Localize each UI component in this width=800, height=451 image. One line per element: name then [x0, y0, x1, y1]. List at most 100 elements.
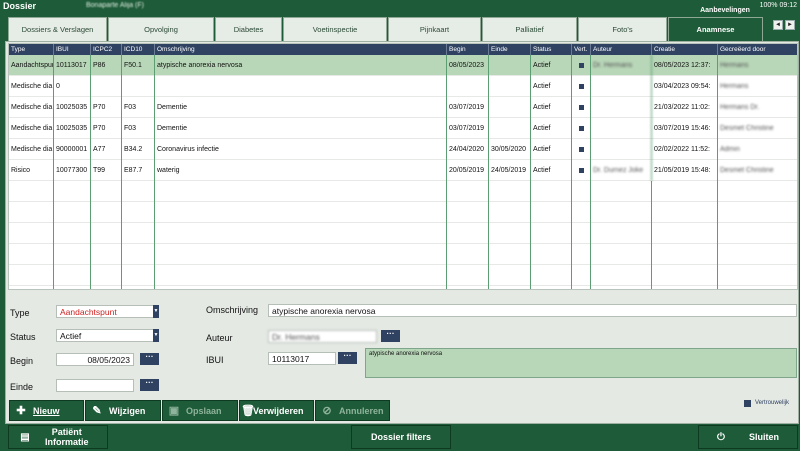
- empty-cell: [489, 181, 531, 202]
- col-header-begin[interactable]: Begin: [447, 44, 489, 55]
- tab-pijnkaart[interactable]: Pijnkaart: [388, 17, 481, 41]
- col-header-omschrijving[interactable]: Omschrijving: [155, 44, 447, 55]
- ibui-picker-button[interactable]: ···: [338, 352, 357, 364]
- wijzigen-button[interactable]: ✎ Wijzigen: [85, 400, 161, 421]
- cell-vert: [572, 118, 591, 139]
- table-row[interactable]: Medische dia 0 Actief 03/04/2023 09:54: Herm…: [9, 76, 797, 97]
- empty-cell: [447, 181, 489, 202]
- cell-creatie: 03/04/2023 09:54:: [652, 76, 718, 97]
- auteur-field[interactable]: Dr. Hermans: [268, 330, 377, 343]
- patient-informatie-button[interactable]: ▤ Patiënt Informatie: [8, 425, 108, 449]
- empty-cell: [652, 202, 718, 223]
- einde-date-field[interactable]: [56, 379, 134, 392]
- empty-cell: [652, 223, 718, 244]
- tab-diabetes[interactable]: Diabetes: [215, 17, 282, 41]
- type-label: Type: [10, 308, 30, 318]
- tab-next-arrow-icon[interactable]: ►: [785, 20, 795, 30]
- cell-omschrijving: atypische anorexia nervosa: [155, 55, 447, 76]
- col-header-icpc2[interactable]: ICPC2: [91, 44, 122, 55]
- empty-cell: [9, 181, 54, 202]
- type-dropdown-icon[interactable]: ▼: [153, 305, 159, 318]
- cell-type: Medische dia: [9, 139, 54, 160]
- cell-vert: [572, 139, 591, 160]
- begin-date-picker-button[interactable]: ···: [140, 353, 159, 365]
- cell-vert: [572, 160, 591, 181]
- empty-cell: [447, 265, 489, 286]
- tab-dossiers-verslagen[interactable]: Dossiers & Verslagen: [8, 17, 107, 41]
- tab-opvolging[interactable]: Opvolging: [108, 17, 214, 41]
- table-row[interactable]: Risico 10077300 T99 E87.7 waterig 20/05/2019 2…: [9, 160, 797, 181]
- col-header-type[interactable]: Type: [9, 44, 54, 55]
- tab-fotos[interactable]: Foto's: [578, 17, 667, 41]
- begin-date-field[interactable]: 08/05/2023: [56, 353, 134, 366]
- tab-anamnese[interactable]: Anamnese: [668, 17, 763, 41]
- vertrouwelijk-marker: [579, 126, 584, 131]
- empty-cell: [489, 202, 531, 223]
- empty-cell: [489, 244, 531, 265]
- col-header-einde[interactable]: Einde: [489, 44, 531, 55]
- col-header-gecreeerd-door[interactable]: Gecreëerd door: [718, 44, 797, 55]
- cell-begin: 03/07/2019: [447, 118, 489, 139]
- omschrijving-field[interactable]: atypische anorexia nervosa: [268, 304, 797, 317]
- empty-row: [9, 223, 797, 244]
- tab-voetinspectie[interactable]: Voetinspectie: [283, 17, 387, 41]
- empty-cell: [489, 265, 531, 286]
- recommendations-badge[interactable]: Aanbevelingen: [698, 5, 752, 16]
- tab-prev-arrow-icon[interactable]: ◄: [773, 20, 783, 30]
- empty-cell: [155, 223, 447, 244]
- type-select[interactable]: Aandachtspunt: [56, 305, 154, 318]
- col-header-creatie[interactable]: Creatie: [652, 44, 718, 55]
- cell-ibui: 10077300: [54, 160, 91, 181]
- tab-palliatief[interactable]: Palliatief: [482, 17, 577, 41]
- cell-einde: [489, 76, 531, 97]
- cell-ibui: 10025035: [54, 97, 91, 118]
- empty-cell: [155, 244, 447, 265]
- einde-date-picker-button[interactable]: ···: [140, 379, 159, 391]
- ibui-label: IBUI: [206, 355, 224, 365]
- cell-status: Actief: [531, 160, 572, 181]
- empty-cell: [155, 181, 447, 202]
- nieuw-button[interactable]: ✚ Nieuw: [9, 400, 84, 421]
- cell-begin: [447, 76, 489, 97]
- status-dropdown-icon[interactable]: ▼: [153, 329, 159, 342]
- empty-cell: [652, 244, 718, 265]
- col-header-icd10[interactable]: ICD10: [122, 44, 155, 55]
- omschrijving-memo[interactable]: atypische anorexia nervosa: [365, 348, 797, 378]
- table-row[interactable]: Medische dia 90000001 A77 B34.2 Coronavirus …: [9, 139, 797, 160]
- col-header-status[interactable]: Status: [531, 44, 572, 55]
- empty-cell: [572, 223, 591, 244]
- verwijderen-button[interactable]: 🗑 Verwijderen: [239, 400, 314, 421]
- title-bar: Dossier Bonaparte Alija (F) 100% 09:12: [0, 0, 800, 13]
- empty-cell: [531, 223, 572, 244]
- sluiten-button[interactable]: ⏻ Sluiten: [698, 425, 798, 449]
- ibui-field[interactable]: 10113017: [268, 352, 336, 365]
- cell-begin: 24/04/2020: [447, 139, 489, 160]
- annuleren-button[interactable]: ⊘ Annuleren: [315, 400, 390, 421]
- empty-cell: [9, 202, 54, 223]
- table-row[interactable]: Medische dia 10025035 P70 F03 Dementie 03/07/…: [9, 118, 797, 139]
- empty-row: [9, 181, 797, 202]
- cell-door: Hermans Dr.: [720, 104, 760, 111]
- col-header-vert[interactable]: Vert.: [572, 44, 591, 55]
- auteur-picker-button[interactable]: ···: [381, 330, 400, 342]
- empty-cell: [54, 244, 91, 265]
- table-row[interactable]: Medische dia 10025035 P70 F03 Dementie 03/07/…: [9, 97, 797, 118]
- cell-icpc2: P86: [91, 55, 122, 76]
- empty-cell: [652, 265, 718, 286]
- cell-door: Desmet Christine: [720, 167, 774, 174]
- cell-omschrijving: Dementie: [155, 97, 447, 118]
- begin-label: Begin: [10, 356, 34, 366]
- empty-cell: [9, 286, 54, 289]
- dossier-filters-button[interactable]: Dossier filters: [351, 425, 451, 449]
- col-header-ibui[interactable]: IBUI: [54, 44, 91, 55]
- cell-einde: 30/05/2020: [489, 139, 531, 160]
- table-row[interactable]: Aandachtspunt 10113017 P86 F50.1 atypische a…: [9, 55, 797, 76]
- empty-cell: [447, 223, 489, 244]
- cell-ibui: 90000001: [54, 139, 91, 160]
- vertrouwelijk-marker: [579, 84, 584, 89]
- col-header-auteur[interactable]: Auteur: [591, 44, 652, 55]
- opslaan-button[interactable]: ▣ Opslaan: [162, 400, 238, 421]
- status-select[interactable]: Actief: [56, 329, 154, 342]
- empty-cell: [54, 265, 91, 286]
- cell-type: Medische dia: [9, 118, 54, 139]
